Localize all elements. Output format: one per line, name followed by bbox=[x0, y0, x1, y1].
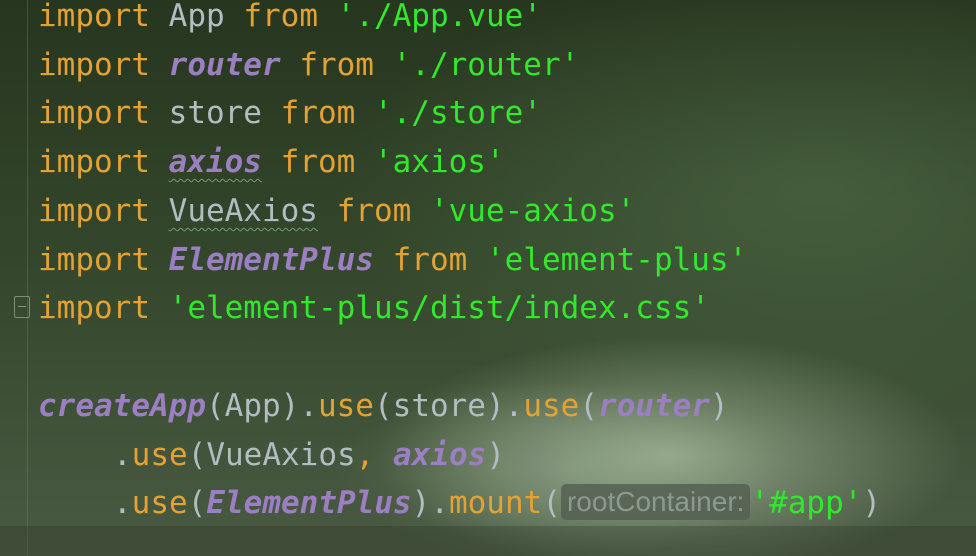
keyword-import: import bbox=[38, 0, 150, 34]
code-line-3[interactable]: import store from './store' bbox=[38, 93, 542, 133]
keyword-from: from bbox=[243, 0, 318, 34]
fold-toggle-icon[interactable] bbox=[14, 296, 30, 318]
code-line-10[interactable]: .use(VueAxios, axios) bbox=[113, 435, 505, 475]
paren: ( bbox=[187, 485, 207, 521]
code-line-6[interactable]: import ElementPlus from 'element-plus' bbox=[38, 240, 747, 280]
keyword-from: from bbox=[392, 242, 468, 278]
identifier-elementplus: ElementPlus bbox=[168, 242, 374, 278]
string-source: 'axios' bbox=[373, 144, 505, 180]
code-line-5[interactable]: import VueAxios from 'vue-axios' bbox=[38, 191, 635, 231]
keyword-from: from bbox=[280, 144, 356, 180]
code-line-4[interactable]: import axios from 'axios' bbox=[38, 142, 505, 182]
string-source: 'element-plus/dist/index.css' bbox=[168, 290, 710, 326]
identifier-axios: axios bbox=[168, 144, 262, 180]
string-selector: '#app' bbox=[750, 485, 863, 521]
identifier-router: router bbox=[168, 47, 281, 83]
code-line-2[interactable]: import router from './router' bbox=[38, 45, 579, 85]
keyword-import: import bbox=[38, 193, 150, 229]
dot: . bbox=[113, 437, 132, 473]
gutter-divider bbox=[27, 0, 28, 556]
code-editor[interactable]: import App from './App.vue' import route… bbox=[0, 0, 976, 556]
code-line-1[interactable]: import App from './App.vue' bbox=[38, 0, 542, 36]
string-source: './App.vue' bbox=[336, 0, 542, 34]
paren-dot: ). bbox=[411, 485, 449, 521]
string-source: './router' bbox=[392, 47, 580, 83]
method-use: use bbox=[317, 388, 374, 424]
paren: ( bbox=[187, 437, 207, 473]
keyword-import: import bbox=[38, 144, 150, 180]
paren-dot: ). bbox=[280, 388, 318, 424]
keyword-import: import bbox=[38, 242, 150, 278]
method-use: use bbox=[131, 485, 188, 521]
keyword-from: from bbox=[280, 95, 356, 131]
string-source: 'vue-axios' bbox=[429, 193, 636, 229]
dot: . bbox=[113, 485, 132, 521]
comma: , bbox=[355, 437, 375, 473]
keyword-import: import bbox=[38, 47, 150, 83]
keyword-from: from bbox=[336, 193, 412, 229]
paren: ( bbox=[579, 388, 598, 424]
string-source: 'element-plus' bbox=[485, 242, 748, 278]
paren: ( bbox=[373, 388, 393, 424]
string-source: './store' bbox=[373, 95, 542, 131]
paren: ( bbox=[542, 485, 561, 521]
identifier-store: store bbox=[168, 95, 262, 131]
identifier-vueaxios: VueAxios bbox=[206, 437, 356, 473]
method-mount: mount bbox=[448, 485, 543, 521]
keyword-from: from bbox=[299, 47, 374, 83]
keyword-import: import bbox=[38, 95, 150, 131]
function-createapp: createApp bbox=[38, 388, 206, 424]
identifier-store: store bbox=[392, 388, 486, 424]
identifier-app: App bbox=[168, 0, 225, 34]
paren: ) bbox=[709, 388, 729, 424]
code-line-11[interactable]: .use(ElementPlus).mount(rootContainer: '#… bbox=[113, 483, 881, 523]
identifier-elementplus: ElementPlus bbox=[206, 485, 412, 521]
identifier-axios: axios bbox=[393, 437, 487, 473]
paren-dot: ). bbox=[485, 388, 524, 424]
code-line-7[interactable]: import 'element-plus/dist/index.css' bbox=[38, 288, 710, 328]
paren: ( bbox=[205, 388, 225, 424]
keyword-import: import bbox=[38, 290, 150, 326]
identifier-router: router bbox=[597, 388, 710, 424]
paren: ) bbox=[486, 437, 505, 473]
identifier-vueaxios: VueAxios bbox=[168, 193, 318, 229]
paren: ) bbox=[862, 485, 882, 521]
method-use: use bbox=[131, 437, 188, 473]
method-use: use bbox=[523, 388, 580, 424]
editor-bottom-edge bbox=[0, 526, 976, 556]
identifier-app: App bbox=[224, 388, 281, 424]
inlay-parameter-hint: rootContainer: bbox=[560, 484, 751, 520]
code-line-9[interactable]: createApp(App).use(store).use(router) bbox=[38, 386, 729, 426]
